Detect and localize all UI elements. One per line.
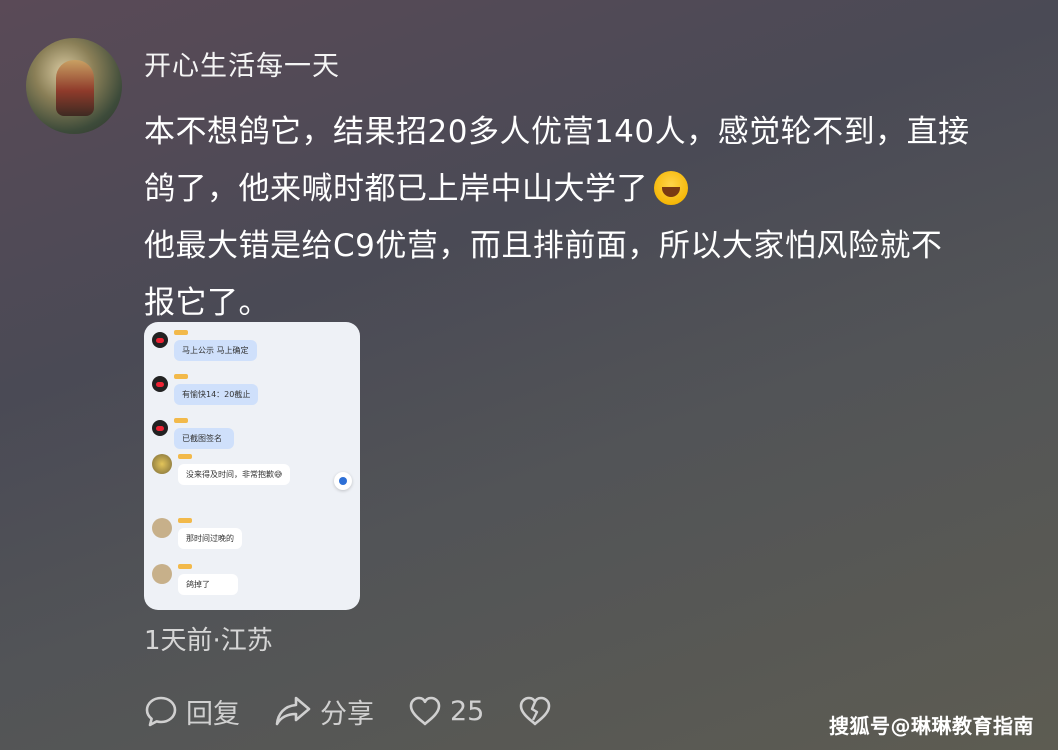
user-avatar-icon <box>152 518 172 538</box>
share-arrow-icon <box>275 696 311 726</box>
heart-icon <box>409 696 441 726</box>
broken-heart-icon <box>520 696 551 726</box>
watermark: 搜狐号@琳琳教育指南 <box>829 714 1034 738</box>
qq-penguin-avatar-icon <box>152 332 168 348</box>
username[interactable]: 开心生活每一天 <box>144 44 340 83</box>
chat-message: 有愉快14：20截止 <box>152 374 259 405</box>
chat-message: 鸽掉了 <box>152 564 238 595</box>
chat-bubble: 已截图签名 <box>174 428 234 449</box>
chat-screenshot-image[interactable]: 马上公示 马上确定 有愉快14：20截止 已截图签名 没来得及时间，非常抱歉😅 … <box>144 322 360 610</box>
sender-meta <box>174 418 234 425</box>
user-avatar-icon <box>152 564 172 584</box>
like-button[interactable]: 25 <box>408 695 484 727</box>
share-button[interactable]: 分享 <box>274 692 374 731</box>
chat-bubble: 鸽掉了 <box>178 574 238 595</box>
chat-bubble: 那时间过晚的 <box>178 528 242 549</box>
chat-bubble: 马上公示 马上确定 <box>174 340 257 361</box>
action-bar: 回复 分享 25 <box>144 690 586 732</box>
chat-message: 没来得及时间，非常抱歉😅 <box>152 454 291 485</box>
time-location: 1天前·江苏 <box>144 626 273 656</box>
chat-message: 那时间过晚的 <box>152 518 242 549</box>
comment-line: 鸽了，他来喊时都已上岸中山大学了 <box>144 161 1039 218</box>
chat-bubble: 没来得及时间，非常抱歉😅 <box>178 464 291 485</box>
like-count: 25 <box>450 695 485 727</box>
dislike-button[interactable] <box>518 695 552 727</box>
reply-button[interactable]: 回复 <box>144 692 240 731</box>
comment-line: 本不想鸽它，结果招20多人优营140人，感觉轮不到，直接 <box>144 114 970 150</box>
comment-text: 本不想鸽它，结果招20多人优营140人，感觉轮不到，直接 鸽了，他来喊时都已上岸… <box>144 104 1039 332</box>
chat-message: 马上公示 马上确定 <box>152 330 257 361</box>
qq-penguin-avatar-icon <box>152 420 168 436</box>
qq-penguin-avatar-icon <box>152 376 168 392</box>
user-avatar[interactable] <box>26 38 122 134</box>
chat-bubble: 有愉快14：20截止 <box>174 384 259 405</box>
laughing-crying-emoji-icon <box>654 171 688 205</box>
share-label: 分享 <box>320 698 374 730</box>
chat-message: 已截图签名 <box>152 418 234 449</box>
user-avatar-icon <box>152 454 172 474</box>
float-button-icon[interactable] <box>334 472 352 490</box>
reply-label: 回复 <box>186 698 240 730</box>
comment-bubble-icon <box>145 696 177 727</box>
sender-meta <box>178 454 238 461</box>
sender-meta <box>174 374 234 381</box>
sender-meta <box>178 564 238 571</box>
sender-meta <box>174 330 234 337</box>
comment-line: 他最大错是给C9优营，而且排前面，所以大家怕风险就不 <box>144 228 943 264</box>
sender-meta <box>178 518 238 525</box>
